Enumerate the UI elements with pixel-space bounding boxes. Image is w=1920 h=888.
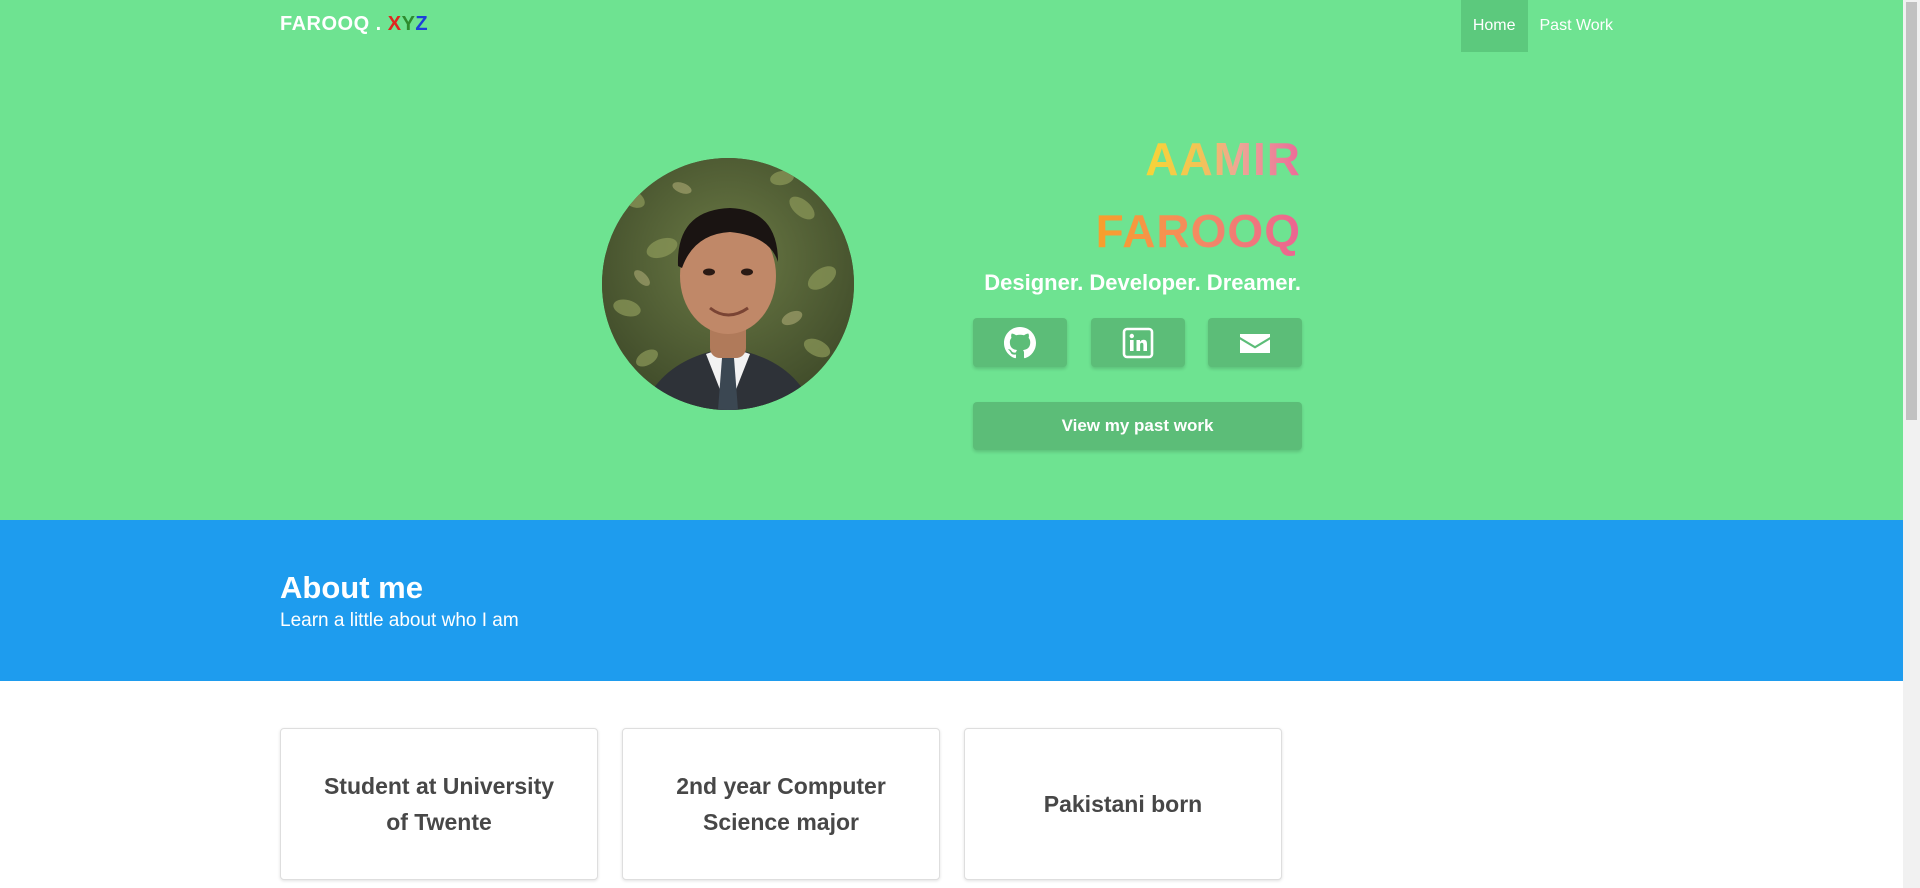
about-title: About me xyxy=(280,570,423,605)
brand-letter-x: X xyxy=(387,13,402,35)
about-cards: Student at University of Twente 2nd year… xyxy=(280,728,1306,880)
about-section: About me Learn a little about who I am xyxy=(0,520,1903,681)
page: FAROOQ. XYZ Home Past Work AAMIR FAROOQ … xyxy=(0,0,1903,888)
brand-letter-y: Y xyxy=(401,13,416,35)
first-name-text: AAMIR xyxy=(1145,133,1301,185)
info-card: 2nd year Computer Science major xyxy=(622,728,940,880)
tagline: Designer. Developer. Dreamer. xyxy=(984,270,1301,295)
social-links xyxy=(973,318,1302,367)
vertical-scrollbar[interactable] xyxy=(1903,0,1920,888)
nav-home-link[interactable]: Home xyxy=(1460,0,1528,52)
hero-section: FAROOQ. XYZ Home Past Work AAMIR FAROOQ … xyxy=(0,0,1903,520)
scrollbar-thumb[interactable] xyxy=(1906,2,1917,420)
github-icon xyxy=(1004,326,1036,358)
top-nav: Home Past Work xyxy=(1460,0,1626,52)
last-name-text: FAROOQ xyxy=(1095,205,1301,257)
github-button[interactable] xyxy=(973,318,1067,367)
linkedin-button[interactable] xyxy=(1090,318,1185,367)
profile-photo-illustration xyxy=(602,158,854,410)
email-button[interactable] xyxy=(1208,318,1302,367)
nav-past-work-link[interactable]: Past Work xyxy=(1528,0,1626,52)
profile-photo xyxy=(602,158,854,410)
first-name-heading: AAMIR xyxy=(1145,132,1301,186)
brand-dot: . xyxy=(375,13,382,35)
brand-logo[interactable]: FAROOQ. XYZ xyxy=(280,13,428,36)
about-subtitle: Learn a little about who I am xyxy=(280,610,519,631)
last-name-heading: FAROOQ xyxy=(1096,204,1301,258)
info-card: Student at University of Twente xyxy=(280,728,598,880)
info-card: Pakistani born xyxy=(964,728,1282,880)
brand-letter-z: Z xyxy=(415,13,429,35)
linkedin-icon xyxy=(1122,327,1153,358)
envelope-icon xyxy=(1240,333,1270,353)
brand-name: FAROOQ xyxy=(280,13,370,35)
view-past-work-button[interactable]: View my past work xyxy=(973,402,1302,450)
